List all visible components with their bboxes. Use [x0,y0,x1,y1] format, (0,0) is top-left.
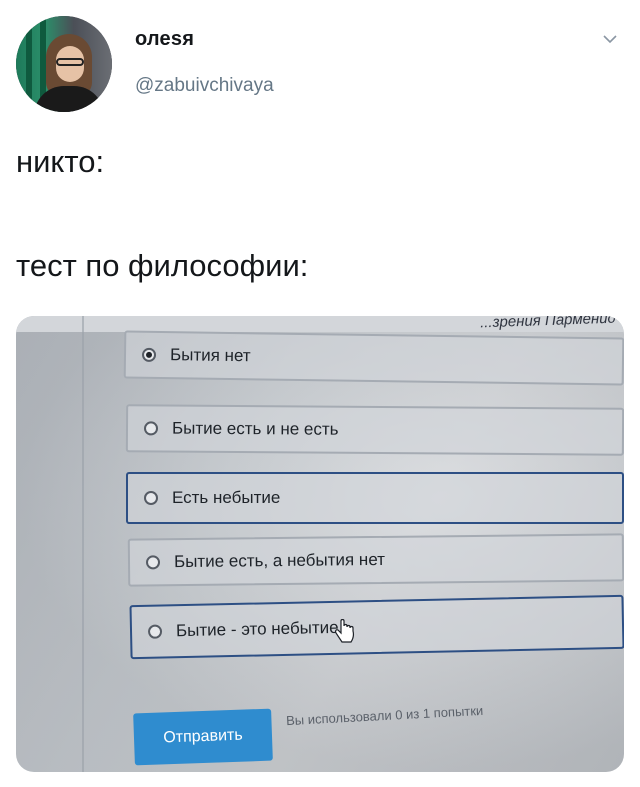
hand-cursor-icon [335,619,354,643]
radio-icon[interactable] [145,555,161,570]
photo-left-border [82,316,84,772]
quiz-option-4[interactable]: Бытие есть, а небытия нет [127,533,624,587]
avatar-stripe [26,16,32,112]
quiz-option-label: Есть небытие [172,488,281,507]
quiz-option-1[interactable]: Бытия нет [123,330,624,386]
avatar[interactable] [16,16,112,112]
chevron-down-icon[interactable] [602,33,618,45]
quiz-option-5[interactable]: Бытие - это небытие [129,594,624,660]
tweet-text-line-1: никто: [16,144,105,179]
quiz-option-label: Бытие есть, а небытия нет [173,549,386,572]
quiz-option-3[interactable]: Есть небытие [126,472,624,524]
author-handle[interactable]: @zabuivchivaya [135,75,274,97]
quiz-option-2[interactable]: Бытие есть и не есть [125,404,624,456]
tweet-text-line-2: тест по философии: [16,248,309,283]
quiz-option-label: Бытие - это небытие [175,617,339,641]
quiz-option-label: Бытия нет [169,345,251,366]
radio-icon[interactable] [144,491,158,505]
author-name[interactable]: олеsя [135,28,194,51]
quiz-option-label: Бытие есть и не есть [171,418,339,439]
radio-selected-icon[interactable] [141,347,157,362]
radio-icon[interactable] [143,421,159,436]
submit-button[interactable]: Отправить [133,708,273,766]
attached-photo[interactable]: ...зрения Парменид Бытия нет Бытие есть … [16,316,624,772]
radio-icon[interactable] [147,624,163,639]
avatar-glasses [56,58,84,66]
